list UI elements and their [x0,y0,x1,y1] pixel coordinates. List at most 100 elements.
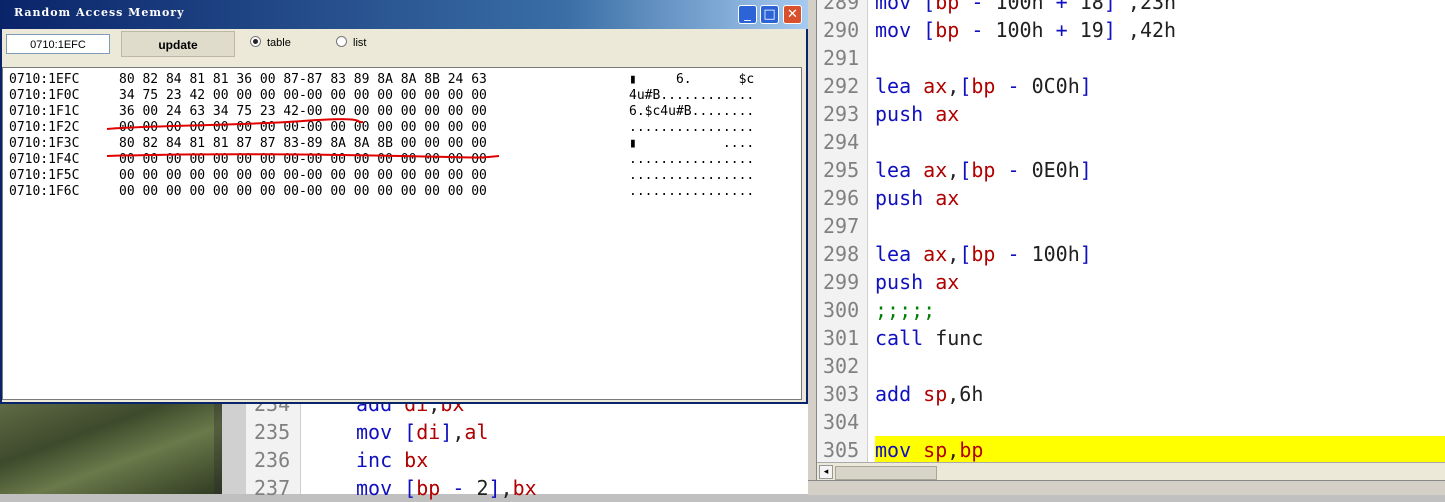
code-token: bp [935,18,960,42]
line-number: 237 [254,476,291,500]
code-line[interactable]: 299 push ax [817,268,1445,296]
code-line[interactable]: 305 mov sp,bp [817,436,1445,464]
line-number: 235 [254,420,291,444]
line-number: 293 [823,102,860,126]
code-token: ] [1079,242,1092,266]
code-line[interactable]: 296 push ax [817,184,1445,212]
code-token: + [1043,18,1080,42]
code-token: mov [875,438,924,462]
code-token: mov [356,476,405,500]
code-token: 19 [1079,18,1104,42]
code-token: ax [935,186,960,210]
code-line[interactable]: 292 lea ax,[bp - 0C0h] [817,72,1445,100]
close-button[interactable]: ✕ [783,5,802,24]
radio-list-label: list [353,37,367,49]
code-line[interactable]: 290 mov [bp - 100h + 19] ,42h [817,16,1445,44]
code-token: 100h [995,18,1044,42]
code-line[interactable]: 303 add sp,6h [817,380,1445,408]
code-line[interactable]: 293 push ax [817,100,1445,128]
code-token: [ [404,420,417,444]
line-number: 295 [823,158,860,182]
radio-list-option[interactable]: list [336,36,366,49]
code-token: 2 [476,476,489,500]
code-token: bp [971,242,996,266]
code-token: [ [404,476,417,500]
code-token: ] [1079,158,1092,182]
code-line[interactable]: 236 inc bx [222,446,808,474]
code-text: ;;;;; [875,296,935,324]
red-underline-1 [106,118,364,130]
update-button[interactable]: update [121,31,235,57]
code-text: inc bx [356,446,428,474]
code-text: mov [bp - 2],bx [356,474,537,502]
desktop-background [0,404,222,494]
line-number: 298 [823,242,860,266]
code-token: [ [959,74,972,98]
ram-title-bar[interactable]: Random Access Memory _ □ ✕ [0,0,808,29]
code-line[interactable]: 291 [817,44,1445,72]
horizontal-scrollbar[interactable]: ◂ [817,462,1445,481]
code-token: ax [923,242,948,266]
code-token: 100h [995,0,1044,14]
maximize-button[interactable]: □ [760,5,779,24]
code-line[interactable]: 302 [817,352,1445,380]
code-line[interactable]: 295 lea ax,[bp - 0E0h] [817,156,1445,184]
code-token: bp [935,0,960,14]
right-editor-bottom-frame [808,480,1445,495]
code-token: push [875,102,936,126]
radio-unselected-icon[interactable] [336,36,347,47]
code-line[interactable]: 235 mov [di],al [222,418,808,446]
code-line[interactable]: 304 [817,408,1445,436]
line-number: 300 [823,298,860,322]
code-line[interactable]: 297 [817,212,1445,240]
line-number: 302 [823,354,860,378]
code-line[interactable]: 289 mov [bp - 100h + 18] ,23h [817,0,1445,16]
code-line[interactable]: 301 call func [817,324,1445,352]
code-token: sp [923,438,948,462]
scrollbar-thumb[interactable] [835,466,937,480]
code-token: lea [875,158,924,182]
code-token: al [464,420,489,444]
code-token: call [875,326,936,350]
code-token: ax [923,74,948,98]
code-token: lea [875,242,924,266]
radio-selected-icon[interactable] [250,36,261,47]
code-text: mov [bp - 100h + 19] ,42h [875,16,1176,44]
code-token: ,42h [1115,18,1177,42]
maximize-icon: □ [763,7,776,22]
line-number: 301 [823,326,860,350]
code-token: - [995,158,1032,182]
line-number: 292 [823,74,860,98]
code-token: add [875,382,924,406]
close-icon: ✕ [787,7,798,22]
code-token: push [875,186,936,210]
code-token: func [935,326,984,350]
code-line[interactable]: 294 [817,128,1445,156]
address-input[interactable]: 0710:1EFC [6,34,110,54]
code-token: , [947,74,960,98]
code-token: ,6h [947,382,984,406]
code-line[interactable]: 237 mov [bp - 2],bx [222,474,808,502]
code-text: push ax [875,184,959,212]
code-token: [ [959,158,972,182]
code-line[interactable]: 300;;;;; [817,296,1445,324]
code-token: [ [959,242,972,266]
code-token: ax [935,270,960,294]
radio-table-option[interactable]: table [250,36,291,49]
line-number: 296 [823,186,860,210]
right-editor-frame [808,0,817,494]
code-token: ] [1103,18,1116,42]
code-text: push ax [875,268,959,296]
code-token: - [995,242,1032,266]
code-token: - [440,476,477,500]
code-token: mov [875,18,924,42]
code-line[interactable]: 298 lea ax,[bp - 100h] [817,240,1445,268]
code-token: mov [875,0,924,14]
code-token: - [959,18,996,42]
code-token: , [947,438,960,462]
code-token: , [947,158,960,182]
code-text: mov sp,bp [875,436,983,464]
minimize-button[interactable]: _ [738,5,757,24]
scroll-left-arrow-icon[interactable]: ◂ [819,465,833,479]
line-number: 303 [823,382,860,406]
